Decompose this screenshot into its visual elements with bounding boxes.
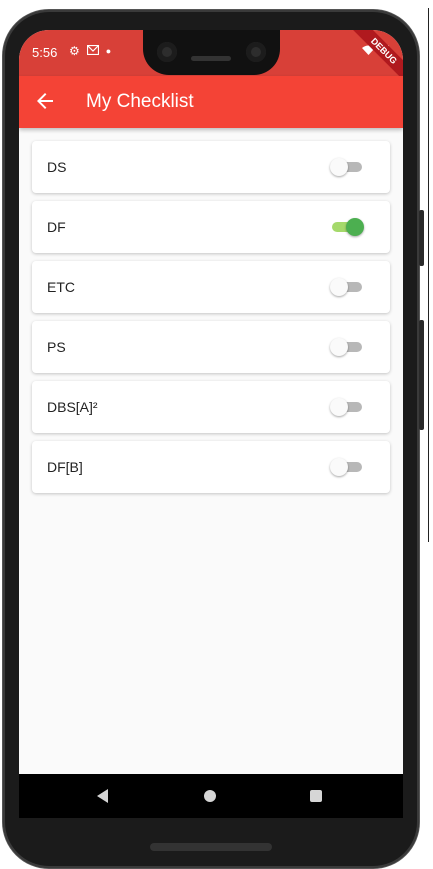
arrow-back-icon bbox=[37, 93, 53, 109]
toggle-switch[interactable] bbox=[330, 157, 364, 177]
mail-icon bbox=[86, 44, 99, 58]
window-edge-line bbox=[428, 8, 429, 542]
list-item: DF bbox=[32, 201, 390, 253]
nav-recents-icon[interactable] bbox=[310, 790, 322, 802]
item-label: DF[B] bbox=[47, 459, 83, 475]
item-label: ETC bbox=[47, 279, 75, 295]
toggle-switch[interactable] bbox=[330, 277, 364, 297]
front-camera-icon bbox=[157, 42, 177, 62]
item-label: DS bbox=[47, 159, 67, 175]
dot-icon: ● bbox=[105, 46, 112, 56]
system-nav-bar bbox=[19, 774, 403, 818]
nav-home-icon[interactable] bbox=[204, 790, 216, 802]
power-button bbox=[419, 320, 424, 430]
list-item: ETC bbox=[32, 261, 390, 313]
bottom-speaker bbox=[150, 843, 272, 851]
list-item: DS bbox=[32, 141, 390, 193]
status-time: 5:56 bbox=[32, 45, 58, 60]
page-title: My Checklist bbox=[86, 91, 194, 112]
status-icons-left: ⚙ ● bbox=[69, 44, 111, 58]
item-label: DBS[A]² bbox=[47, 399, 98, 415]
toggle-switch[interactable] bbox=[330, 397, 364, 417]
list-item: PS bbox=[32, 321, 390, 373]
front-camera-icon bbox=[246, 42, 266, 62]
gear-icon: ⚙ bbox=[69, 44, 80, 58]
volume-button bbox=[419, 210, 424, 266]
device-screen: 5:56 ⚙ ● DEBUG My Checklist DS DF ETC PS… bbox=[19, 30, 403, 818]
list-item: DBS[A]² bbox=[32, 381, 390, 433]
toggle-switch[interactable] bbox=[330, 337, 364, 357]
app-bar: My Checklist bbox=[19, 76, 403, 128]
item-label: PS bbox=[47, 339, 66, 355]
checklist: DS DF ETC PS DBS[A]² DF[B] bbox=[32, 141, 390, 501]
camera-notch bbox=[143, 30, 280, 75]
nav-back-icon[interactable] bbox=[97, 789, 108, 803]
toggle-switch[interactable] bbox=[330, 457, 364, 477]
earpiece-speaker bbox=[191, 56, 231, 61]
list-item: DF[B] bbox=[32, 441, 390, 493]
item-label: DF bbox=[47, 219, 66, 235]
toggle-switch[interactable] bbox=[330, 217, 364, 237]
back-button[interactable] bbox=[33, 89, 57, 113]
